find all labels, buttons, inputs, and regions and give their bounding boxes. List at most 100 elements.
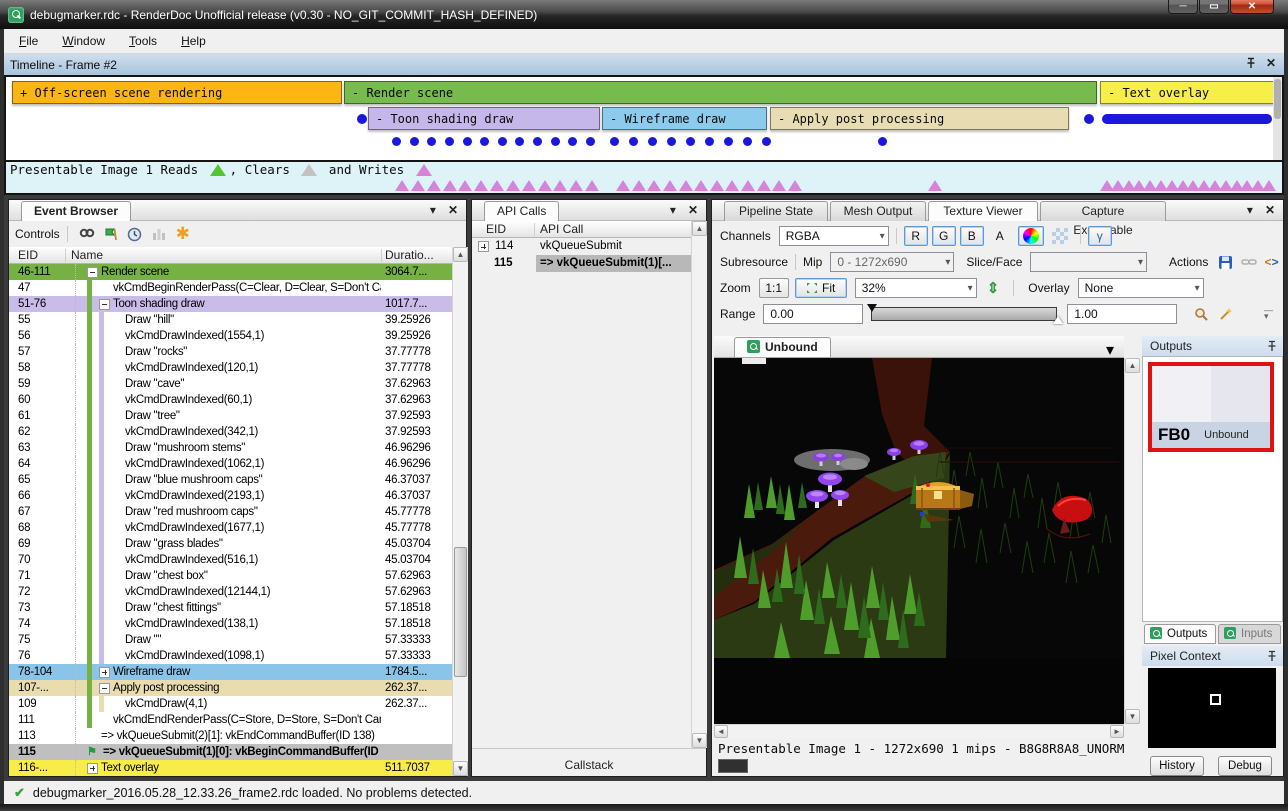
event-row[interactable]: 60vkCmdDrawIndexed(60,1)37.62963 [9, 392, 452, 408]
event-row[interactable]: 55Draw "hill"39.25926 [9, 312, 452, 328]
api-calls-columns[interactable]: EID API Call [472, 221, 691, 238]
timeline-draw-dot[interactable] [762, 137, 771, 146]
api-call-row[interactable]: 115=> vkQueueSubmit(1)[... [472, 255, 691, 272]
channel-r-button[interactable]: R [904, 226, 928, 246]
range-max-input[interactable]: 1.00 [1067, 304, 1177, 324]
event-row[interactable]: 66vkCmdDrawIndexed(2193,1)46.37037 [9, 488, 452, 504]
presentable-write-triangle[interactable] [928, 180, 942, 191]
timeline-draw-dot[interactable] [480, 137, 489, 146]
zoom-fit-button[interactable]: Fit [795, 278, 847, 298]
collapse-icon[interactable] [87, 267, 98, 278]
event-row[interactable]: 113=> vkQueueSubmit(2)[1]: vkEndCommandB… [9, 728, 452, 744]
tab-event-browser[interactable]: Event Browser [21, 201, 131, 221]
presentable-write-triangle[interactable] [694, 180, 708, 191]
event-row[interactable]: 68vkCmdDrawIndexed(1677,1)45.77778 [9, 520, 452, 536]
presentable-write-triangle[interactable] [522, 180, 536, 191]
presentable-write-triangle[interactable] [679, 180, 693, 191]
menu-file[interactable]: File [10, 30, 47, 52]
time-draws-icon[interactable] [125, 225, 145, 243]
timeline-section-bar[interactable]: - Toon shading draw [368, 107, 600, 130]
event-row[interactable]: 62vkCmdDrawIndexed(342,1)37.92593 [9, 424, 452, 440]
chevron-down-icon[interactable]: ▾ [430, 203, 436, 217]
timeline-draws-capsule[interactable] [1102, 114, 1272, 124]
event-row[interactable]: 73Draw "chest fittings"57.18518 [9, 600, 452, 616]
collapse-icon[interactable] [99, 299, 110, 310]
timeline-section-bar[interactable]: - Text overlay [1100, 81, 1277, 104]
tab-texture-viewer[interactable]: Texture Viewer [928, 201, 1038, 221]
pixel-context-header[interactable]: Pixel Context [1142, 646, 1283, 666]
zoom-range-icon[interactable] [1191, 305, 1211, 323]
mip-select[interactable]: 0 - 1272x690 [830, 252, 954, 272]
menu-tools[interactable]: Tools [120, 30, 166, 52]
presentable-write-triangle[interactable] [772, 180, 786, 191]
minimize-button[interactable]: ─ [1168, 0, 1198, 14]
range-options-icon[interactable]: —▾ [1264, 307, 1273, 319]
timeline-draw-dot[interactable] [427, 137, 436, 146]
outputs-header[interactable]: Outputs [1142, 336, 1283, 356]
presentable-write-triangle[interactable] [616, 180, 630, 191]
timeline-draw-dot[interactable] [586, 137, 595, 146]
event-row[interactable]: 75Draw ""57.33333 [9, 632, 452, 648]
zoom-percent-select[interactable]: 32% [855, 278, 977, 298]
timeline-draw-dot[interactable] [533, 137, 542, 146]
presentable-write-triangle[interactable] [788, 180, 802, 191]
timeline-section-bar[interactable]: - Apply post processing [770, 107, 1069, 130]
timeline-section-bar[interactable]: + Off-screen scene rendering [12, 81, 342, 104]
api-call-row[interactable]: 114vkQueueSubmit [472, 238, 691, 255]
chevron-down-icon[interactable]: ▾ [1247, 203, 1253, 217]
close-panel-icon[interactable]: ✕ [1265, 203, 1275, 217]
texture-image[interactable] [714, 358, 1124, 724]
open-docs-icon[interactable]: <> [1262, 253, 1281, 271]
presentable-write-triangle[interactable] [585, 180, 599, 191]
timeline-draw-dot[interactable] [1084, 114, 1094, 124]
timeline-draw-dot[interactable] [743, 137, 752, 146]
api-calls-scrollbar[interactable]: ▲ ▼ [691, 221, 707, 748]
event-row[interactable]: 51-76Toon shading draw1017.7... [9, 296, 452, 312]
maximize-button[interactable]: ▭ [1199, 0, 1229, 14]
expand-icon[interactable] [87, 763, 98, 774]
tab-mesh-output[interactable]: Mesh Output [830, 201, 926, 221]
event-row[interactable]: 57Draw "rocks"37.77778 [9, 344, 452, 360]
find-event-icon[interactable] [77, 225, 97, 243]
menu-window[interactable]: Window [53, 30, 114, 52]
range-min-input[interactable]: 0.00 [763, 304, 863, 324]
presentable-write-triangle[interactable] [490, 180, 504, 191]
timeline-body[interactable]: + Off-screen scene rendering- Render sce… [4, 75, 1284, 195]
pin-icon[interactable] [1267, 340, 1277, 352]
timeline-draw-dot[interactable] [392, 137, 401, 146]
tab-outputs[interactable]: Outputs [1144, 624, 1216, 644]
event-row[interactable]: 76vkCmdDrawIndexed(1098,1)57.33333 [9, 648, 452, 664]
close-panel-icon[interactable]: ✕ [448, 203, 458, 217]
tab-pipeline-state[interactable]: Pipeline State [724, 201, 828, 221]
texture-vscrollbar[interactable]: ▲ ▼ [1124, 358, 1140, 724]
range-black-point-handle[interactable] [867, 304, 877, 312]
presentable-write-triangle[interactable] [506, 180, 520, 191]
presentable-write-triangle[interactable] [647, 180, 661, 191]
presentable-write-triangle[interactable] [632, 180, 646, 191]
pin-icon[interactable] [1267, 650, 1277, 662]
presentable-write-triangle[interactable] [474, 180, 488, 191]
event-row[interactable]: 64vkCmdDrawIndexed(1062,1)46.96296 [9, 456, 452, 472]
event-row[interactable]: 71Draw "chest box"57.62963 [9, 568, 452, 584]
channel-b-button[interactable]: B [960, 226, 984, 246]
close-panel-icon[interactable]: ✕ [688, 203, 698, 217]
presentable-write-triangle[interactable] [710, 180, 724, 191]
event-row[interactable]: 74vkCmdDrawIndexed(138,1)57.18518 [9, 616, 452, 632]
chevron-down-icon[interactable]: ▾ [670, 203, 676, 217]
timeline-draw-dot[interactable] [648, 137, 657, 146]
texture-hscrollbar[interactable]: ◄ ► [714, 724, 1124, 738]
presentable-write-triangle[interactable] [411, 180, 425, 191]
timeline-draw-dot[interactable] [724, 137, 733, 146]
event-browser-scrollbar[interactable]: ▲ ▼ [452, 247, 468, 776]
timeline-draw-dot[interactable] [445, 137, 454, 146]
timeline-draw-dot[interactable] [410, 137, 419, 146]
range-white-point-handle[interactable] [1053, 316, 1063, 324]
timeline-draw-dot[interactable] [667, 137, 676, 146]
timeline-panel-header[interactable]: Timeline - Frame #2 ✕ [4, 54, 1284, 75]
timeline-draw-dot[interactable] [357, 114, 367, 124]
timeline-draw-dot[interactable] [463, 137, 472, 146]
timeline-draw-dot[interactable] [515, 137, 524, 146]
chevron-down-icon[interactable]: ▾ [1106, 340, 1114, 360]
title-bar[interactable]: debugmarker.rdc - RenderDoc Unofficial r… [0, 0, 1288, 29]
event-row[interactable]: 78-104Wireframe draw1784.5... [9, 664, 452, 680]
